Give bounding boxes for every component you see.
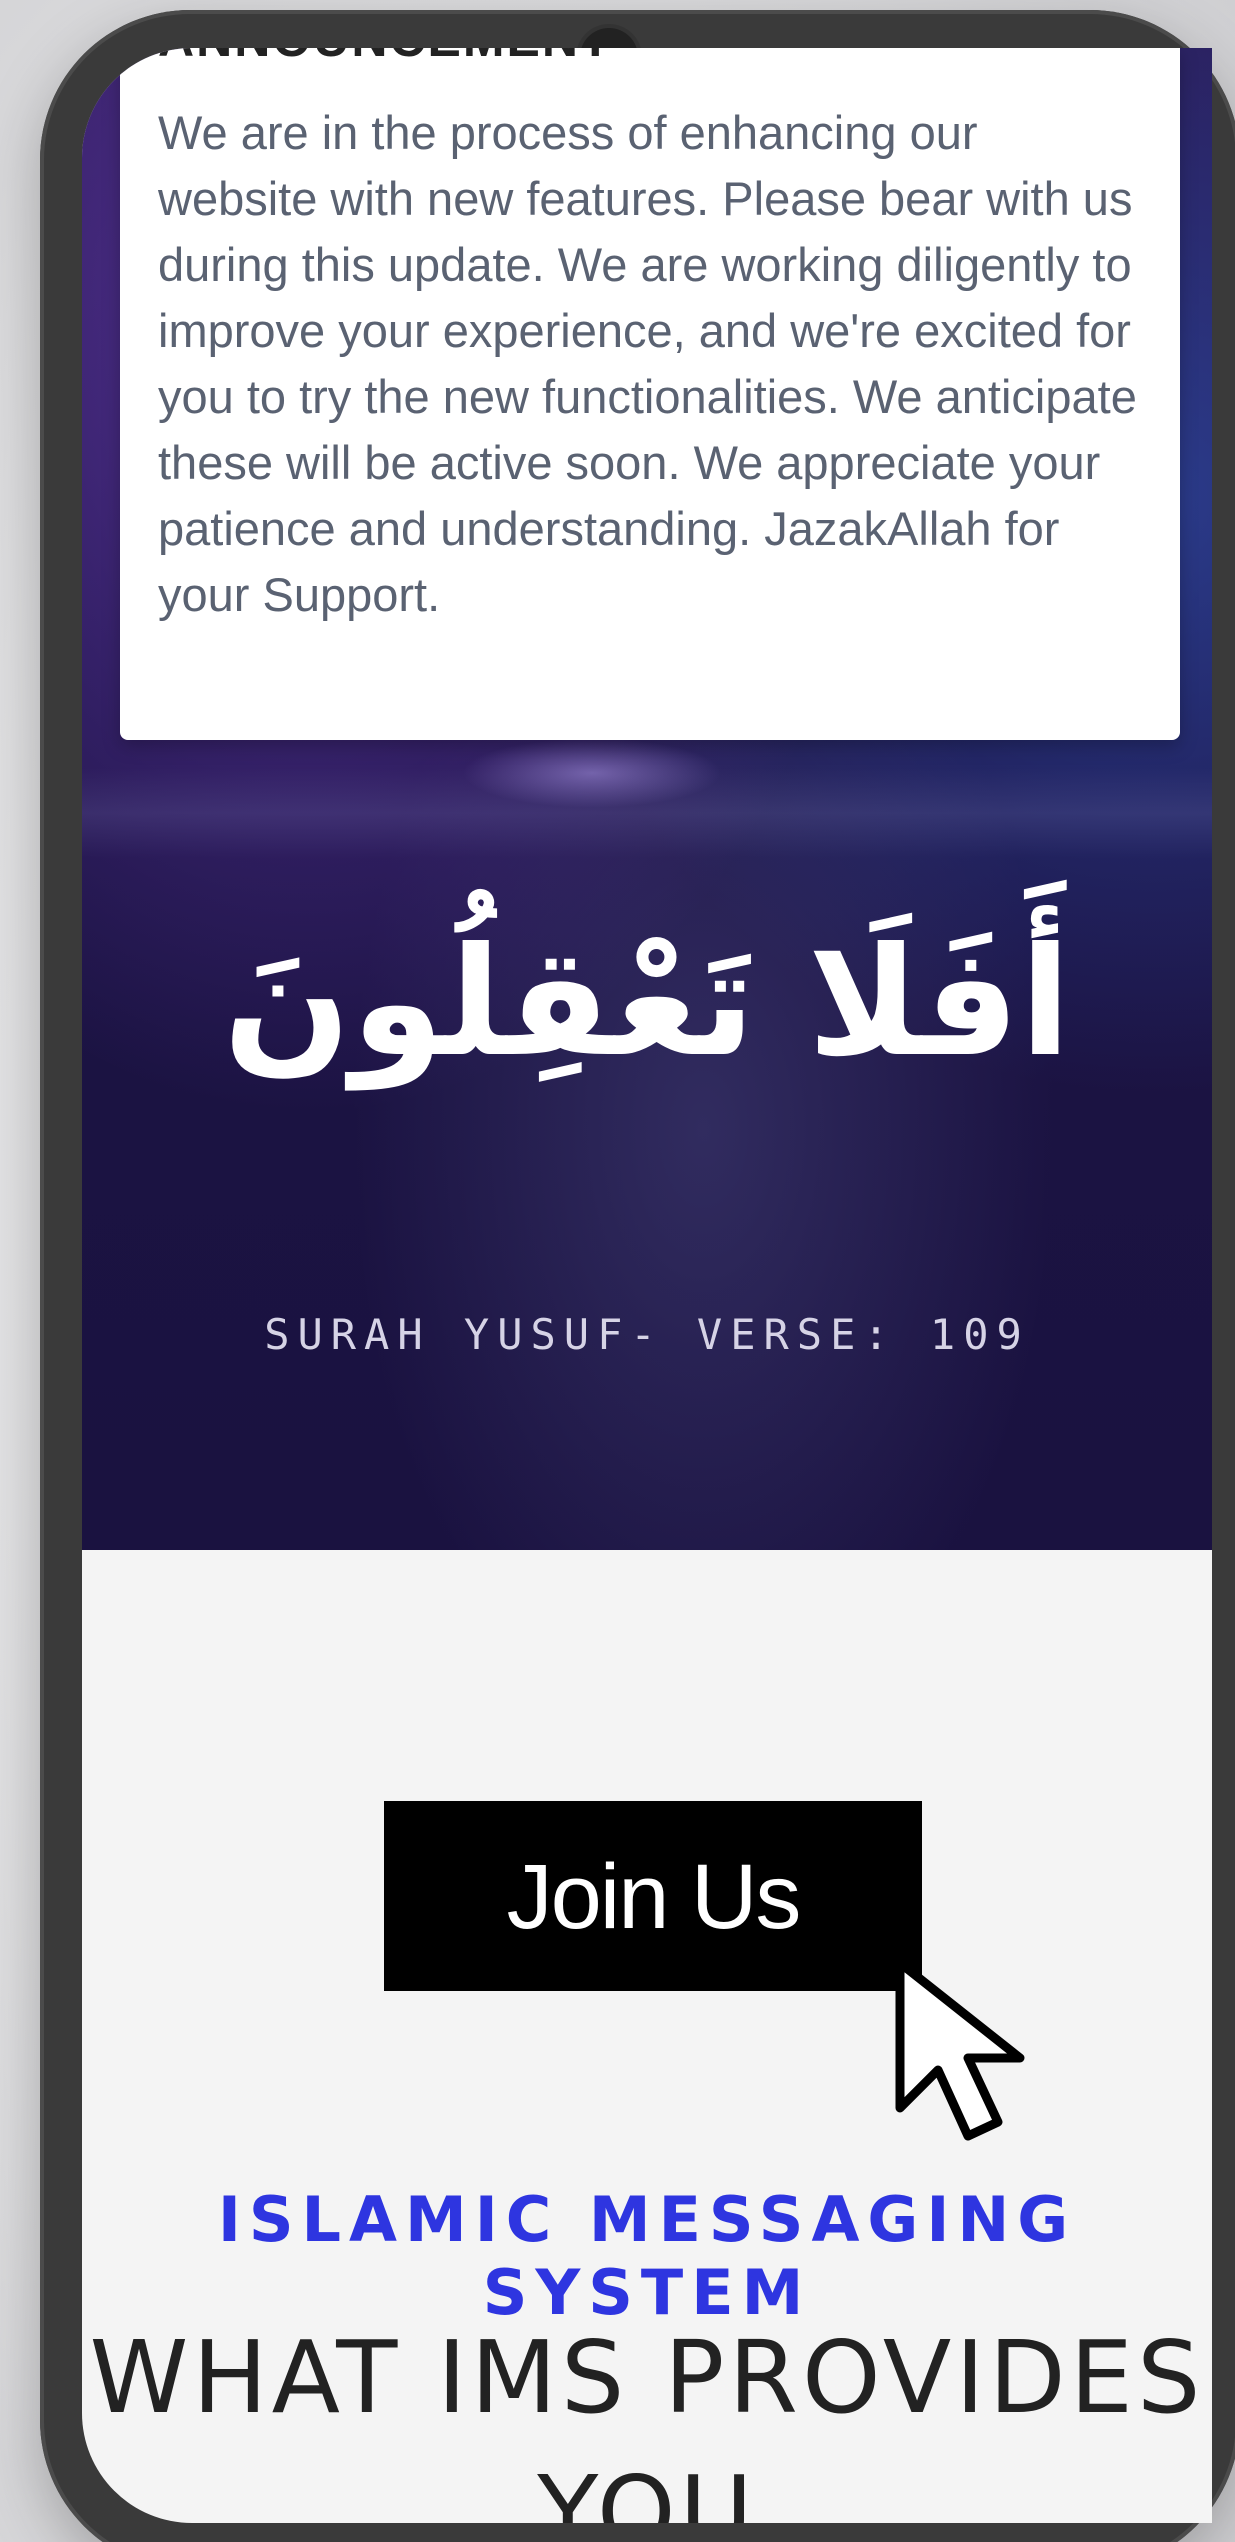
announcement-title: ANNOUNCEMENT xyxy=(158,48,613,68)
hero-glow xyxy=(462,738,722,808)
ims-eyebrow: ISLAMIC MESSAGING SYSTEM xyxy=(217,2183,1077,2329)
features-heading: WHAT IMS PROVIDES YOU xyxy=(89,2319,1205,2523)
quran-verse-arabic: أَفَلَا تَعْقِلُونَ xyxy=(223,916,1071,1090)
announcement-body: We are in the process of enhancing our w… xyxy=(158,106,1137,621)
announcement-card: ANNOUNCEMENT We are in the process of en… xyxy=(120,48,1180,740)
mockup-canvas: أَفَلَا تَعْقِلُونَ SURAH YUSUF- VERSE: … xyxy=(0,0,1235,2542)
phone-screen: أَفَلَا تَعْقِلُونَ SURAH YUSUF- VERSE: … xyxy=(82,48,1212,2523)
join-us-button[interactable]: Join Us xyxy=(384,1801,922,1991)
mouse-pointer-icon xyxy=(895,1958,1025,2141)
verse-reference: SURAH YUSUF- VERSE: 109 xyxy=(264,1310,1030,1359)
